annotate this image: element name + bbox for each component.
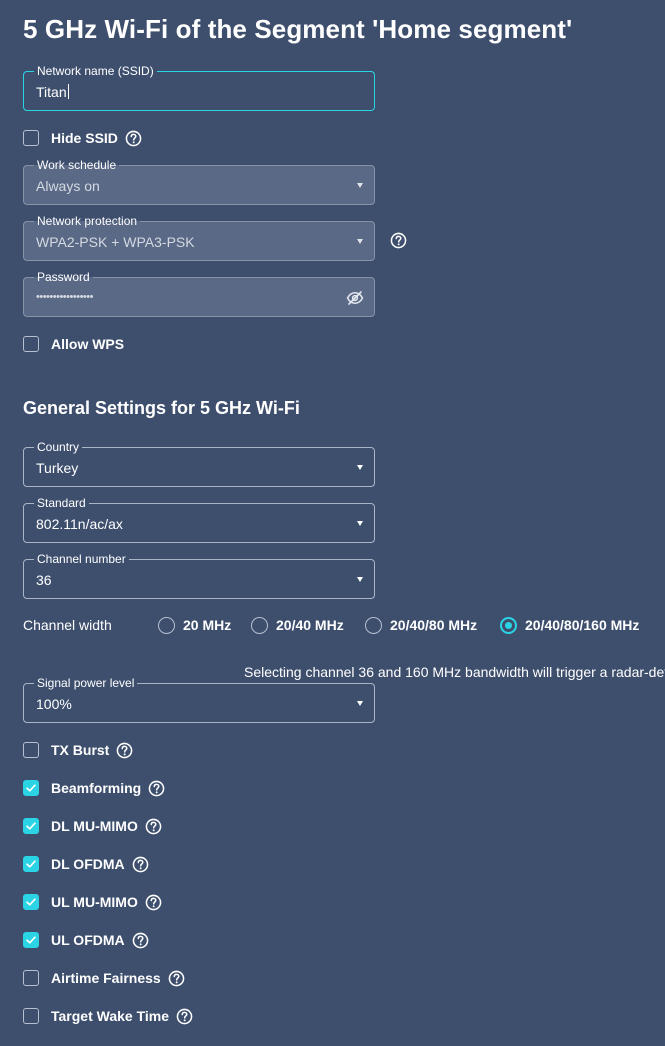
ul-mu-mimo-label: UL MU-MIMO bbox=[51, 894, 138, 910]
country-value: Turkey bbox=[36, 460, 79, 476]
country-select[interactable]: Country Turkey bbox=[23, 440, 375, 487]
radio-circle[interactable] bbox=[251, 616, 268, 634]
radio-20-40-80mhz[interactable]: 20/40/80 MHz bbox=[365, 616, 477, 634]
standard-select[interactable]: Standard 802.11n/ac/ax bbox=[23, 496, 375, 543]
ul-ofdma-checkbox[interactable]: UL OFDMA bbox=[23, 931, 149, 949]
standard-value: 802.11n/ac/ax bbox=[36, 516, 123, 532]
check-icon bbox=[24, 819, 38, 833]
work-schedule-label: Work schedule bbox=[34, 158, 120, 172]
help-icon[interactable] bbox=[132, 932, 149, 949]
dl-ofdma-checkbox[interactable]: DL OFDMA bbox=[23, 855, 149, 873]
allow-wps-label: Allow WPS bbox=[51, 336, 125, 352]
radio-circle[interactable] bbox=[500, 616, 517, 634]
dfs-warning: Selecting channel 36 and 160 MHz bandwid… bbox=[235, 662, 665, 682]
network-protection-select[interactable]: Network protection WPA2-PSK + WPA3-PSK bbox=[23, 214, 375, 261]
check-icon bbox=[24, 895, 38, 909]
channel-number-value: 36 bbox=[36, 572, 52, 588]
radio-label: 20/40/80/160 MHz bbox=[525, 617, 640, 633]
checkbox-unchecked[interactable] bbox=[23, 1008, 39, 1024]
chevron-down-icon bbox=[357, 521, 363, 526]
chevron-down-icon bbox=[357, 239, 363, 244]
airtime-fairness-label: Airtime Fairness bbox=[51, 970, 161, 986]
radio-label: 20/40 MHz bbox=[276, 617, 344, 633]
channel-number-label: Channel number bbox=[34, 552, 129, 566]
dl-ofdma-label: DL OFDMA bbox=[51, 856, 125, 872]
radio-20-40mhz[interactable]: 20/40 MHz bbox=[251, 616, 344, 634]
chevron-down-icon bbox=[357, 465, 363, 470]
radio-label: 20/40/80 MHz bbox=[390, 617, 478, 633]
tx-burst-label: TX Burst bbox=[51, 742, 110, 758]
help-icon[interactable] bbox=[168, 970, 185, 987]
radio-20mhz[interactable]: 20 MHz bbox=[158, 616, 231, 634]
radio-circle[interactable] bbox=[158, 616, 175, 634]
hide-ssid-label: Hide SSID bbox=[51, 130, 118, 146]
beamforming-checkbox[interactable]: Beamforming bbox=[23, 779, 165, 797]
signal-power-select[interactable]: Signal power level 100% bbox=[23, 676, 375, 723]
network-protection-value: WPA2-PSK + WPA3-PSK bbox=[36, 234, 195, 250]
checkbox-checked[interactable] bbox=[23, 780, 39, 796]
channel-width-label: Channel width bbox=[23, 617, 112, 633]
help-icon[interactable] bbox=[125, 130, 142, 147]
warning-text: Selecting channel 36 and 160 MHz bandwid… bbox=[244, 664, 665, 680]
help-icon[interactable] bbox=[116, 742, 133, 759]
checkbox-checked[interactable] bbox=[23, 932, 39, 948]
radio-circle[interactable] bbox=[365, 616, 382, 634]
checkbox-box[interactable] bbox=[23, 336, 39, 352]
beamforming-label: Beamforming bbox=[51, 780, 142, 796]
eye-off-icon[interactable] bbox=[346, 289, 364, 307]
channel-number-select[interactable]: Channel number 36 bbox=[23, 552, 375, 599]
work-schedule-value: Always on bbox=[36, 178, 100, 194]
hide-ssid-checkbox[interactable]: Hide SSID bbox=[23, 129, 142, 147]
help-icon[interactable] bbox=[390, 232, 407, 249]
checkbox-checked[interactable] bbox=[23, 894, 39, 910]
password-input[interactable]: Password ••••••••••••••••• bbox=[23, 270, 375, 317]
password-label: Password bbox=[34, 270, 93, 284]
signal-power-label: Signal power level bbox=[34, 676, 138, 690]
ssid-value: Titan bbox=[36, 84, 69, 100]
check-icon bbox=[24, 857, 38, 871]
dl-mu-mimo-checkbox[interactable]: DL MU-MIMO bbox=[23, 817, 162, 835]
signal-power-value: 100% bbox=[36, 696, 72, 712]
checkbox-checked[interactable] bbox=[23, 818, 39, 834]
ul-mu-mimo-checkbox[interactable]: UL MU-MIMO bbox=[23, 893, 162, 911]
help-icon[interactable] bbox=[145, 818, 162, 835]
network-protection-label: Network protection bbox=[34, 214, 141, 228]
ssid-input[interactable]: Network name (SSID) Titan bbox=[23, 64, 375, 111]
help-icon[interactable] bbox=[132, 856, 149, 873]
tx-burst-checkbox[interactable]: TX Burst bbox=[23, 741, 133, 759]
check-icon bbox=[24, 933, 38, 947]
checkbox-box[interactable] bbox=[23, 130, 39, 146]
password-value: ••••••••••••••••• bbox=[36, 291, 93, 303]
target-wake-time-label: Target Wake Time bbox=[51, 1008, 170, 1024]
target-wake-time-checkbox[interactable]: Target Wake Time bbox=[23, 1007, 193, 1025]
chevron-down-icon bbox=[357, 183, 363, 188]
standard-label: Standard bbox=[34, 496, 89, 510]
allow-wps-checkbox[interactable]: Allow WPS bbox=[23, 335, 124, 353]
help-icon[interactable] bbox=[176, 1008, 193, 1025]
check-icon bbox=[24, 781, 38, 795]
country-label: Country bbox=[34, 440, 83, 454]
section-title: General Settings for 5 GHz Wi-Fi bbox=[23, 398, 300, 418]
checkbox-unchecked[interactable] bbox=[23, 970, 39, 986]
radio-20-40-80-160mhz[interactable]: 20/40/80/160 MHz bbox=[500, 616, 639, 634]
page-title: 5 GHz Wi-Fi of the Segment 'Home segment… bbox=[23, 14, 573, 44]
help-icon[interactable] bbox=[148, 780, 165, 797]
checkbox-checked[interactable] bbox=[23, 856, 39, 872]
ssid-label: Network name (SSID) bbox=[34, 64, 157, 78]
work-schedule-select[interactable]: Work schedule Always on bbox=[23, 158, 375, 205]
help-icon[interactable] bbox=[145, 894, 162, 911]
chevron-down-icon bbox=[357, 701, 363, 706]
checkbox-unchecked[interactable] bbox=[23, 742, 39, 758]
dl-mu-mimo-label: DL MU-MIMO bbox=[51, 818, 138, 834]
ul-ofdma-label: UL OFDMA bbox=[51, 932, 125, 948]
chevron-down-icon bbox=[357, 577, 363, 582]
airtime-fairness-checkbox[interactable]: Airtime Fairness bbox=[23, 969, 185, 987]
radio-label: 20 MHz bbox=[183, 617, 232, 633]
